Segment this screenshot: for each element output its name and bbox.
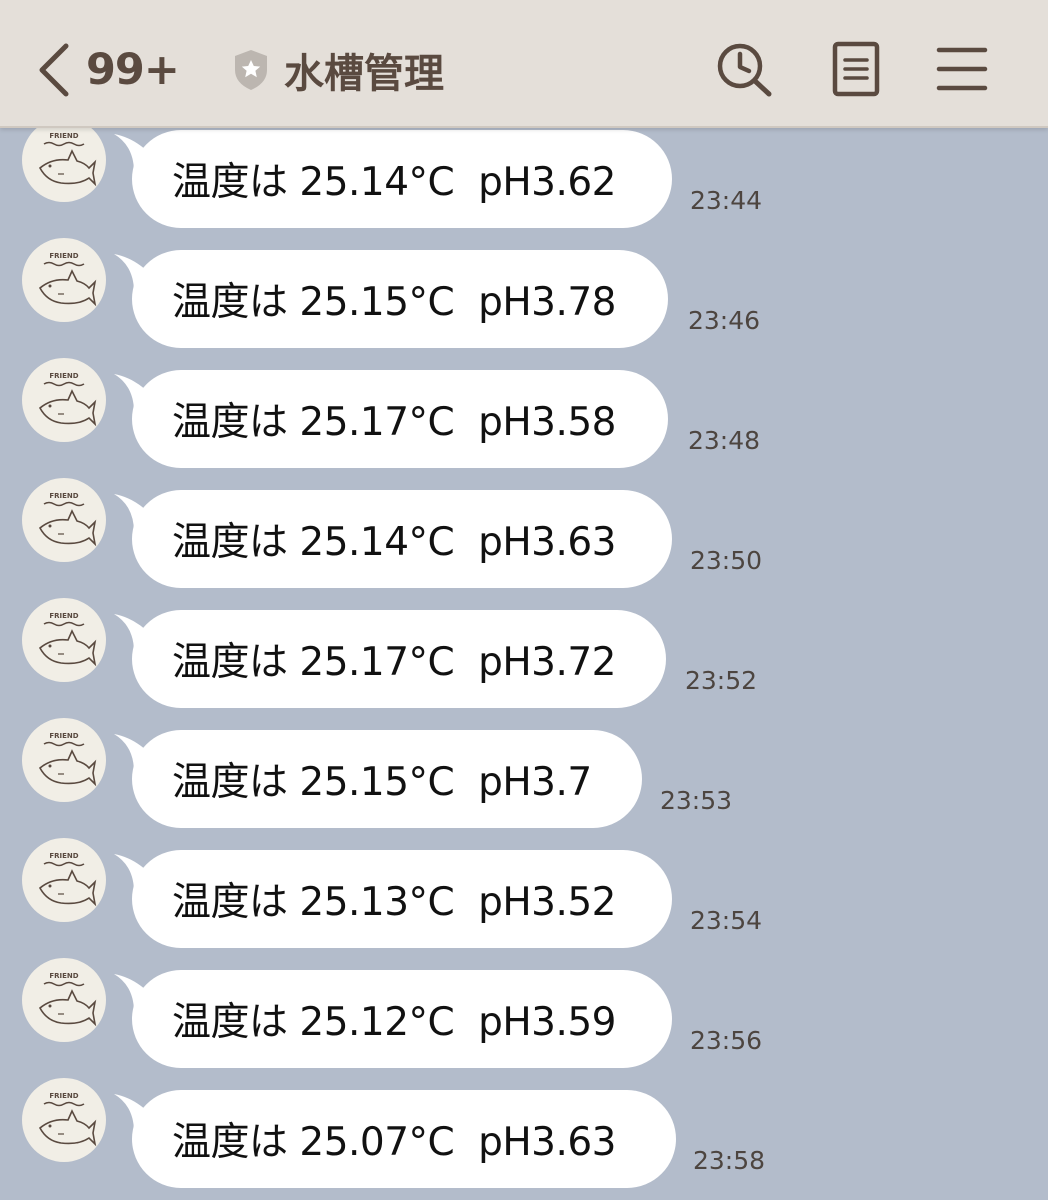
avatar[interactable]: FRIEND <box>22 118 106 202</box>
avatar-label: FRIEND <box>49 732 78 740</box>
avatar[interactable]: FRIEND <box>22 478 106 562</box>
shield-star-icon <box>235 50 267 90</box>
avatar[interactable]: FRIEND <box>22 358 106 442</box>
notes-icon <box>832 41 880 97</box>
shark-icon: FRIEND <box>38 852 97 907</box>
chat-area[interactable]: FRIEND 温度は 25.14°C pH3.62 23:44 FRIEND 温… <box>0 0 1048 1200</box>
message-bubble[interactable]: 温度は 25.15°C pH3.78 <box>132 250 668 348</box>
message-time: 23:52 <box>685 666 758 695</box>
avatar-label: FRIEND <box>49 372 78 380</box>
avatar[interactable]: FRIEND <box>22 958 106 1042</box>
message-row: FRIEND 温度は 25.14°C pH3.63 23:50 <box>0 478 1048 590</box>
back-button[interactable]: 99+ <box>36 40 196 100</box>
avatar-label: FRIEND <box>49 852 78 860</box>
message-row: FRIEND 温度は 25.17°C pH3.72 23:52 <box>0 598 1048 710</box>
message-bubble[interactable]: 温度は 25.17°C pH3.58 <box>132 370 668 468</box>
message-row: FRIEND 温度は 25.15°C pH3.78 23:46 <box>0 238 1048 350</box>
avatar-label: FRIEND <box>49 132 78 140</box>
avatar-label: FRIEND <box>49 1092 78 1100</box>
message-text: 温度は 25.15°C pH3.78 <box>172 280 617 325</box>
message-bubble[interactable]: 温度は 25.12°C pH3.59 <box>132 970 672 1068</box>
avatar-label: FRIEND <box>49 612 78 620</box>
message-bubble[interactable]: 温度は 25.14°C pH3.63 <box>132 490 672 588</box>
chat-header: 99+ 水槽管理 <box>0 0 1048 128</box>
chat-title: 水槽管理 <box>284 51 444 97</box>
shark-icon: FRIEND <box>38 372 97 427</box>
avatar[interactable]: FRIEND <box>22 598 106 682</box>
message-row: FRIEND 温度は 25.07°C pH3.63 23:58 <box>0 1078 1048 1190</box>
message-row: FRIEND 温度は 25.13°C pH3.52 23:54 <box>0 838 1048 950</box>
avatar[interactable]: FRIEND <box>22 718 106 802</box>
search-clock-icon <box>717 43 772 97</box>
message-time: 23:53 <box>660 786 733 815</box>
message-row: FRIEND 温度は 25.15°C pH3.7 23:53 <box>0 718 1048 830</box>
avatar-label: FRIEND <box>49 972 78 980</box>
shark-icon: FRIEND <box>38 492 97 547</box>
avatar[interactable]: FRIEND <box>22 838 106 922</box>
message-row: FRIEND 温度は 25.14°C pH3.62 23:44 <box>0 118 1048 230</box>
shark-icon: FRIEND <box>38 1092 97 1147</box>
message-time: 23:50 <box>690 546 763 575</box>
notes-button[interactable] <box>828 40 888 100</box>
avatar-label: FRIEND <box>49 252 78 260</box>
message-text: 温度は 25.17°C pH3.58 <box>172 400 617 445</box>
menu-button[interactable] <box>934 40 994 100</box>
avatar[interactable]: FRIEND <box>22 238 106 322</box>
message-time: 23:58 <box>693 1146 766 1175</box>
message-bubble[interactable]: 温度は 25.15°C pH3.7 <box>132 730 642 828</box>
message-text: 温度は 25.07°C pH3.63 <box>172 1120 617 1165</box>
message-row: FRIEND 温度は 25.17°C pH3.58 23:48 <box>0 358 1048 470</box>
message-time: 23:48 <box>688 426 761 455</box>
message-bubble[interactable]: 温度は 25.13°C pH3.52 <box>132 850 672 948</box>
message-text: 温度は 25.14°C pH3.62 <box>172 160 617 205</box>
message-time: 23:54 <box>690 906 763 935</box>
message-time: 23:44 <box>690 186 763 215</box>
message-bubble[interactable]: 温度は 25.14°C pH3.62 <box>132 130 672 228</box>
message-bubble[interactable]: 温度は 25.17°C pH3.72 <box>132 610 666 708</box>
shark-icon: FRIEND <box>38 132 97 187</box>
avatar[interactable]: FRIEND <box>22 1078 106 1162</box>
shark-icon: FRIEND <box>38 612 97 667</box>
message-text: 温度は 25.17°C pH3.72 <box>172 640 617 685</box>
search-button[interactable] <box>714 40 774 100</box>
chat-title-group[interactable]: 水槽管理 <box>232 44 444 97</box>
message-text: 温度は 25.13°C pH3.52 <box>172 880 617 925</box>
avatar-label: FRIEND <box>49 492 78 500</box>
unread-count: 99+ <box>86 45 180 95</box>
message-text: 温度は 25.14°C pH3.63 <box>172 520 617 565</box>
message-text: 温度は 25.12°C pH3.59 <box>172 1000 617 1045</box>
shark-icon: FRIEND <box>38 972 97 1027</box>
menu-icon <box>936 47 988 91</box>
shark-icon: FRIEND <box>38 732 97 787</box>
shark-icon: FRIEND <box>38 252 97 307</box>
message-row: FRIEND 温度は 25.12°C pH3.59 23:56 <box>0 958 1048 1070</box>
message-bubble[interactable]: 温度は 25.07°C pH3.63 <box>132 1090 676 1188</box>
message-time: 23:46 <box>688 306 761 335</box>
back-chevron-icon <box>39 43 69 97</box>
message-time: 23:56 <box>690 1026 763 1055</box>
message-text: 温度は 25.15°C pH3.7 <box>172 760 592 805</box>
